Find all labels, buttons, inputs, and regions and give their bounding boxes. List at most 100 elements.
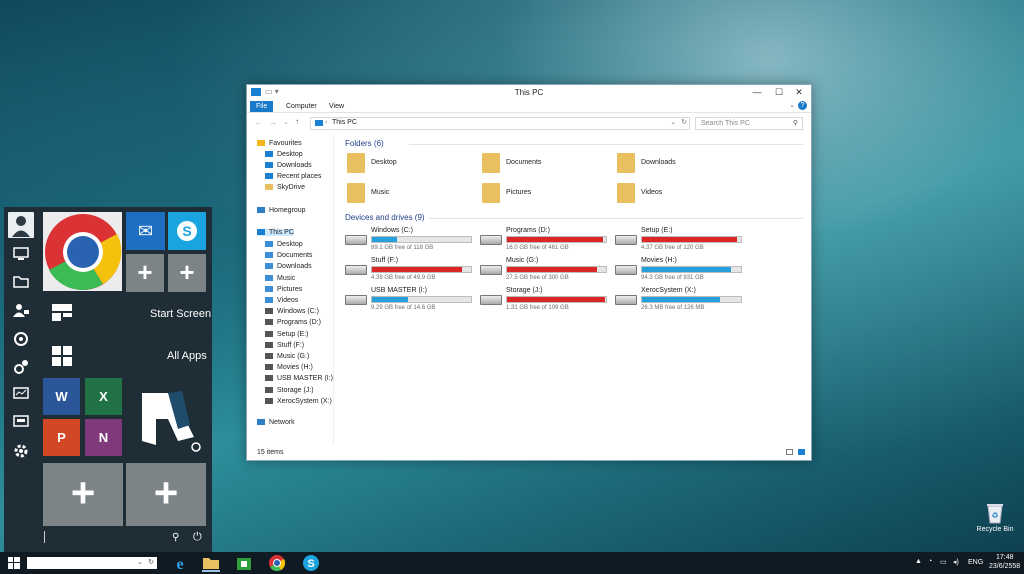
drives-header[interactable]: Devices and drives (9) bbox=[345, 213, 425, 222]
file-explorer-icon[interactable] bbox=[202, 554, 220, 572]
taskbar-search-input[interactable]: ⌄ ↻ bbox=[27, 557, 157, 569]
nav-item-this-pc-child[interactable]: Setup (E:) bbox=[265, 330, 309, 338]
volume-icon[interactable]: ◂) bbox=[953, 558, 959, 566]
dropdown-icon[interactable]: ⌄ bbox=[137, 558, 143, 566]
control-panel-icon[interactable] bbox=[12, 359, 30, 377]
nav-item-this-pc-child[interactable]: USB MASTER (I:) bbox=[265, 375, 333, 382]
nav-item-this-pc-child[interactable]: Desktop bbox=[265, 241, 303, 248]
computer-icon[interactable] bbox=[12, 247, 30, 265]
folder-item[interactable]: Pictures bbox=[482, 183, 612, 205]
internet-explorer-icon[interactable]: e bbox=[171, 554, 189, 573]
address-bar[interactable]: › This PC ⌄ ↻ bbox=[310, 117, 690, 130]
drive-item[interactable]: Programs (D:) 16.0 GB free of 461 GB bbox=[480, 227, 610, 253]
language-indicator[interactable]: ENG bbox=[968, 559, 983, 566]
tab-computer[interactable]: Computer bbox=[280, 101, 323, 112]
all-apps-label[interactable]: All Apps bbox=[167, 350, 207, 362]
nav-item-this-pc-child[interactable]: Storage (J:) bbox=[265, 386, 314, 394]
power-icon[interactable]: ⏻ bbox=[193, 531, 202, 544]
folder-icon[interactable] bbox=[12, 275, 30, 293]
folder-item[interactable]: Documents bbox=[482, 153, 612, 175]
start-search-input[interactable] bbox=[43, 529, 163, 545]
word-tile[interactable]: W bbox=[43, 378, 80, 415]
disk-icon[interactable] bbox=[12, 331, 30, 349]
display-icon[interactable] bbox=[12, 415, 30, 433]
refresh-icon[interactable]: ↻ bbox=[148, 558, 154, 566]
close-button[interactable]: ✕ bbox=[789, 86, 809, 99]
users-icon[interactable] bbox=[12, 303, 30, 321]
details-view-icon[interactable] bbox=[786, 449, 793, 455]
nav-item-this-pc-child[interactable]: Music bbox=[265, 274, 295, 282]
clock-date[interactable]: 23/6/2558 bbox=[989, 563, 1020, 570]
skype-tile[interactable]: S bbox=[168, 212, 206, 250]
forward-arrow-icon[interactable]: → bbox=[269, 118, 277, 127]
search-input[interactable]: Search This PC ⚲ bbox=[695, 117, 803, 130]
maximize-button[interactable]: ☐ bbox=[769, 86, 789, 99]
tiles-view-icon[interactable] bbox=[798, 449, 805, 455]
folder-item[interactable]: Downloads bbox=[617, 153, 747, 175]
onenote-tile[interactable]: N bbox=[85, 419, 122, 456]
drive-item[interactable]: Movies (H:) 94.3 GB free of 931 GB bbox=[615, 257, 745, 283]
mail-tile[interactable]: ✉ bbox=[126, 212, 165, 250]
windows-start-icon[interactable] bbox=[8, 557, 20, 571]
nav-item-this-pc-child[interactable]: Music (G:) bbox=[265, 353, 309, 360]
skype-icon[interactable]: S bbox=[302, 554, 320, 572]
tab-view[interactable]: View bbox=[323, 101, 350, 112]
settings-gear-icon[interactable] bbox=[12, 443, 30, 461]
nav-item-this-pc-child[interactable]: Pictures bbox=[265, 285, 302, 293]
nav-item-favourites[interactable]: Favourites bbox=[257, 140, 302, 147]
recent-dropdown-icon[interactable]: ⌄ bbox=[283, 118, 289, 126]
add-tile-button[interactable]: + bbox=[168, 254, 206, 292]
drive-item[interactable]: Stuff (F:) 4.39 GB free of 49.9 GB bbox=[345, 257, 475, 283]
add-large-tile-button[interactable]: + bbox=[43, 463, 123, 526]
start-screen-icon[interactable] bbox=[52, 304, 72, 323]
start-screen-label[interactable]: Start Screen bbox=[150, 308, 211, 320]
chrome-tile[interactable] bbox=[43, 212, 122, 291]
app-logo-tile[interactable] bbox=[126, 377, 206, 457]
user-avatar-icon[interactable] bbox=[8, 212, 34, 238]
drive-item[interactable]: Setup (E:) 4.37 GB free of 120 GB bbox=[615, 227, 745, 253]
refresh-icon[interactable]: ↻ bbox=[681, 118, 687, 126]
nav-item-this-pc-child[interactable]: Programs (D:) bbox=[265, 319, 321, 326]
powerpoint-tile[interactable]: P bbox=[43, 419, 80, 456]
drive-item[interactable]: Windows (C:) 89.1 GB free of 118 GB bbox=[345, 227, 475, 253]
recycle-bin[interactable]: ♻ Recycle Bin bbox=[975, 502, 1015, 533]
add-large-tile-button[interactable]: + bbox=[126, 463, 206, 526]
nav-item-this-pc-child[interactable]: Downloads bbox=[265, 263, 312, 270]
folder-item[interactable]: Music bbox=[347, 183, 477, 205]
chrome-icon[interactable] bbox=[268, 554, 286, 572]
folder-item[interactable]: Desktop bbox=[347, 153, 477, 175]
help-icon[interactable]: ? bbox=[798, 101, 807, 110]
nav-item-favourite[interactable]: Desktop bbox=[265, 151, 303, 158]
nav-item-this-pc-child[interactable]: Videos bbox=[265, 297, 298, 304]
nav-item-this-pc-child[interactable]: Windows (C:) bbox=[265, 308, 319, 315]
nav-item-this-pc-child[interactable]: Movies (H:) bbox=[265, 364, 313, 371]
nav-item-this-pc-child[interactable]: XerocSystem (X:) bbox=[265, 397, 332, 405]
add-tile-button[interactable]: + bbox=[126, 254, 164, 292]
back-arrow-icon[interactable]: ← bbox=[255, 118, 263, 127]
minimize-button[interactable]: — bbox=[747, 86, 767, 99]
excel-tile[interactable]: X bbox=[85, 378, 122, 415]
all-apps-icon[interactable] bbox=[52, 346, 72, 368]
show-hidden-icons-icon[interactable]: ▲ bbox=[915, 558, 922, 565]
drive-item[interactable]: Storage (J:) 1.31 GB free of 109 GB bbox=[480, 287, 610, 313]
search-icon[interactable]: ⚲ bbox=[172, 532, 179, 543]
folders-header[interactable]: Folders (6) bbox=[345, 139, 384, 148]
clock-time[interactable]: 17:48 bbox=[996, 554, 1014, 561]
performance-icon[interactable] bbox=[12, 387, 30, 405]
nav-item-homegroup[interactable]: Homegroup bbox=[257, 207, 306, 214]
address-dropdown-icon[interactable]: ⌄ bbox=[670, 118, 676, 126]
nav-item-favourite[interactable]: Recent places bbox=[265, 173, 321, 180]
store-icon[interactable] bbox=[235, 554, 253, 572]
nav-item-this-pc-child[interactable]: Documents bbox=[265, 252, 312, 259]
network-icon[interactable]: ▭ bbox=[940, 558, 947, 566]
nav-item-favourite[interactable]: Downloads bbox=[265, 162, 312, 169]
drive-item[interactable]: USB MASTER (I:) 9.29 GB free of 14.6 GB bbox=[345, 287, 475, 313]
title-bar[interactable]: ▭ ▾ This PC — ☐ ✕ bbox=[247, 85, 811, 100]
ribbon-expand-icon[interactable]: ⌄ bbox=[789, 101, 795, 109]
folder-item[interactable]: Videos bbox=[617, 183, 747, 205]
notification-icon[interactable]: ◔ bbox=[928, 558, 932, 565]
nav-item-favourite[interactable]: SkyDrive bbox=[265, 184, 305, 191]
nav-item-network[interactable]: Network bbox=[257, 419, 295, 426]
up-arrow-icon[interactable]: ↑ bbox=[295, 117, 299, 126]
drive-item[interactable]: XerocSystem (X:) 26.3 MB free of 126 MB bbox=[615, 287, 745, 313]
